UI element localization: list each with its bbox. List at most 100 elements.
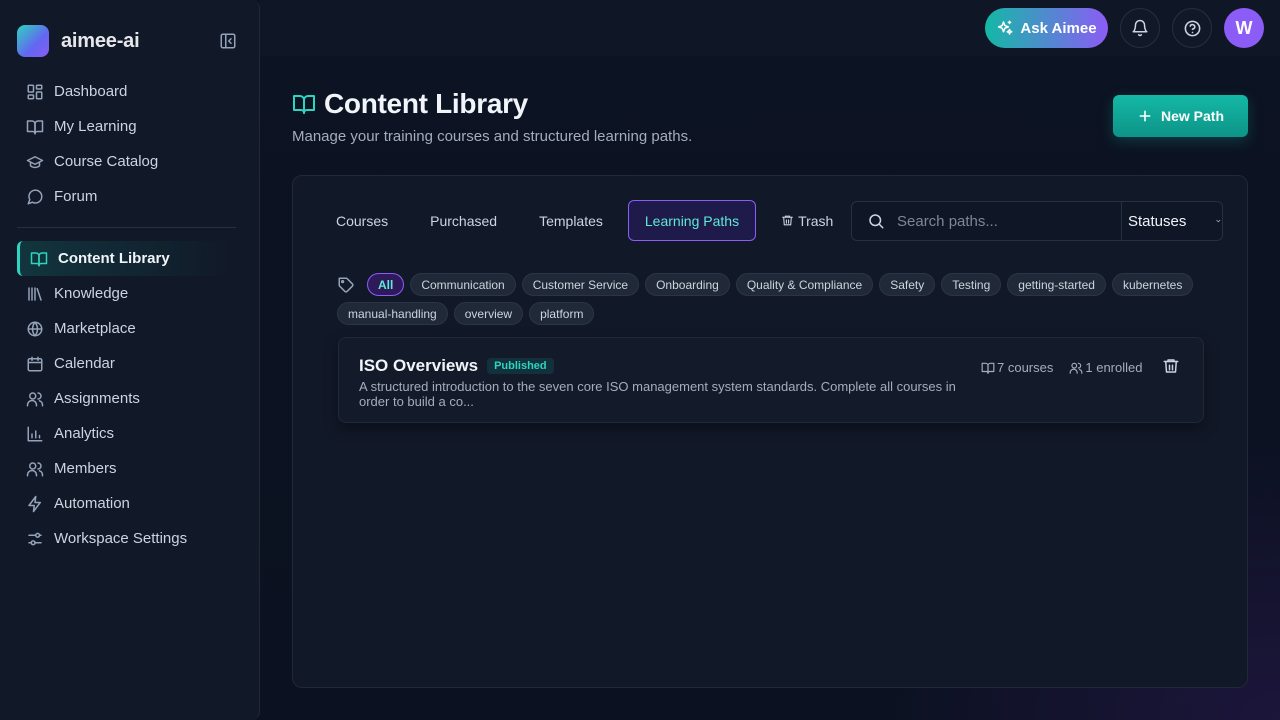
sidebar-item-label: Forum bbox=[54, 188, 98, 205]
user-avatar[interactable]: W bbox=[1224, 8, 1264, 48]
sliders-icon bbox=[28, 532, 42, 545]
tag-safety[interactable]: Safety bbox=[879, 273, 936, 296]
sidebar-item-label: Assignments bbox=[54, 390, 140, 407]
brand[interactable]: aimee-ai bbox=[17, 25, 140, 57]
sidebar: aimee-ai Dashboard My Learning Course Ca… bbox=[0, 0, 260, 720]
tag-quality-compliance[interactable]: Quality & Compliance bbox=[735, 273, 874, 296]
new-path-label: New Path bbox=[1160, 108, 1224, 124]
tab-courses[interactable]: Courses bbox=[319, 200, 405, 241]
sparkles-icon bbox=[998, 20, 1013, 35]
book-open-icon bbox=[30, 251, 48, 266]
sidebar-item-automation[interactable]: Automation bbox=[17, 486, 236, 521]
tag-testing[interactable]: Testing bbox=[941, 273, 1002, 296]
tab-learning-paths[interactable]: Learning Paths bbox=[627, 200, 757, 241]
book-open-icon bbox=[981, 362, 995, 374]
book-open-icon bbox=[26, 119, 44, 134]
sidebar-item-forum[interactable]: Forum bbox=[17, 179, 236, 214]
tag-overview[interactable]: overview bbox=[453, 302, 524, 325]
brand-logo bbox=[17, 25, 49, 57]
sidebar-item-content-library[interactable]: Content Library bbox=[17, 241, 236, 276]
sidebar-item-label: Automation bbox=[54, 495, 130, 512]
tag-icon bbox=[338, 277, 354, 293]
zap-icon bbox=[28, 495, 41, 512]
sidebar-item-my-learning[interactable]: My Learning bbox=[17, 109, 236, 144]
sidebar-item-assignments[interactable]: Assignments bbox=[17, 381, 236, 416]
search-box: Statuses bbox=[851, 201, 1223, 241]
globe-icon bbox=[27, 321, 43, 336]
delete-path-button[interactable] bbox=[1162, 357, 1180, 375]
sidebar-item-label: Marketplace bbox=[54, 320, 136, 337]
content-panel: Courses Purchased Templates Learning Pat… bbox=[292, 175, 1248, 688]
status-select-label: Statuses bbox=[1128, 212, 1187, 230]
sidebar-item-label: Dashboard bbox=[54, 83, 128, 100]
plus-icon bbox=[1139, 110, 1151, 122]
path-meta: 7 courses 1 enrolled bbox=[981, 360, 1142, 375]
content-tabs: Courses Purchased Templates Learning Pat… bbox=[319, 200, 858, 241]
message-circle-icon bbox=[27, 188, 43, 204]
tag-communication[interactable]: Communication bbox=[410, 273, 516, 296]
tab-templates[interactable]: Templates bbox=[522, 200, 620, 241]
page-header: Content Library Manage your training cou… bbox=[292, 88, 692, 145]
sidebar-item-calendar[interactable]: Calendar bbox=[17, 346, 236, 381]
ask-aimee-button[interactable]: Ask Aimee bbox=[985, 8, 1108, 48]
sidebar-item-dashboard[interactable]: Dashboard bbox=[17, 74, 236, 109]
search-icon bbox=[869, 214, 884, 229]
tab-purchased[interactable]: Purchased bbox=[413, 200, 514, 241]
book-open-icon bbox=[293, 95, 315, 114]
bar-chart-icon bbox=[27, 426, 43, 441]
sidebar-item-marketplace[interactable]: Marketplace bbox=[17, 311, 236, 346]
notifications-button[interactable] bbox=[1120, 8, 1160, 48]
sidebar-nav: Dashboard My Learning Course Catalog For… bbox=[17, 74, 236, 556]
calendar-icon bbox=[27, 356, 43, 371]
tag-onboarding[interactable]: Onboarding bbox=[645, 273, 730, 296]
sidebar-item-members[interactable]: Members bbox=[17, 451, 236, 486]
search-input[interactable] bbox=[897, 202, 1121, 240]
help-button[interactable] bbox=[1172, 8, 1212, 48]
sidebar-divider bbox=[17, 227, 236, 228]
tag-manual-handling[interactable]: manual-handling bbox=[337, 302, 448, 325]
bell-icon bbox=[1132, 19, 1148, 37]
sidebar-item-label: Analytics bbox=[54, 425, 115, 442]
sidebar-collapse-icon[interactable] bbox=[219, 32, 237, 50]
path-description: A structured introduction to the seven c… bbox=[359, 379, 956, 409]
tag-customer-service[interactable]: Customer Service bbox=[521, 273, 640, 296]
tab-trash-label: Trash bbox=[798, 212, 834, 229]
trash-icon bbox=[1163, 359, 1179, 373]
help-circle-icon bbox=[1184, 20, 1200, 36]
new-path-button[interactable]: New Path bbox=[1113, 95, 1248, 137]
ask-aimee-label: Ask Aimee bbox=[1020, 19, 1097, 37]
page-subtitle: Manage your training courses and structu… bbox=[292, 128, 693, 145]
sidebar-item-label: Calendar bbox=[54, 355, 115, 372]
graduation-cap-icon bbox=[26, 155, 44, 168]
sidebar-item-label: Members bbox=[54, 460, 117, 477]
brand-name: aimee-ai bbox=[61, 29, 140, 52]
tag-kubernetes[interactable]: kubernetes bbox=[1111, 273, 1194, 296]
sidebar-item-label: Knowledge bbox=[54, 285, 129, 302]
users-icon bbox=[1069, 362, 1083, 374]
path-title[interactable]: ISO Overviews bbox=[359, 356, 478, 376]
sidebar-item-analytics[interactable]: Analytics bbox=[17, 416, 236, 451]
course-count-text: 7 courses bbox=[997, 360, 1054, 375]
path-title-row: ISO Overviews Published bbox=[359, 356, 554, 376]
chevron-down-icon bbox=[1216, 219, 1221, 223]
course-count: 7 courses bbox=[981, 360, 1053, 375]
sidebar-item-label: Workspace Settings bbox=[54, 530, 188, 547]
sidebar-item-workspace-settings[interactable]: Workspace Settings bbox=[17, 521, 236, 556]
sidebar-item-label: Course Catalog bbox=[54, 153, 159, 170]
library-icon bbox=[28, 286, 42, 301]
trash-icon bbox=[782, 215, 793, 226]
tag-platform[interactable]: platform bbox=[529, 302, 595, 325]
enrolled-count: 1 enrolled bbox=[1069, 360, 1142, 375]
sidebar-item-course-catalog[interactable]: Course Catalog bbox=[17, 144, 236, 179]
tag-all[interactable]: All bbox=[367, 273, 405, 296]
sidebar-item-label: My Learning bbox=[54, 118, 137, 135]
users-icon bbox=[26, 391, 44, 406]
sidebar-item-knowledge[interactable]: Knowledge bbox=[17, 276, 236, 311]
learning-path-card[interactable]: ISO Overviews Published A structured int… bbox=[338, 337, 1204, 423]
page-title-text: Content Library bbox=[324, 88, 528, 119]
tab-trash[interactable]: Trash bbox=[764, 200, 850, 241]
status-select[interactable]: Statuses bbox=[1121, 202, 1222, 240]
tag-getting-started[interactable]: getting-started bbox=[1007, 273, 1106, 296]
dashboard-icon bbox=[27, 84, 43, 99]
users-icon bbox=[26, 461, 44, 476]
